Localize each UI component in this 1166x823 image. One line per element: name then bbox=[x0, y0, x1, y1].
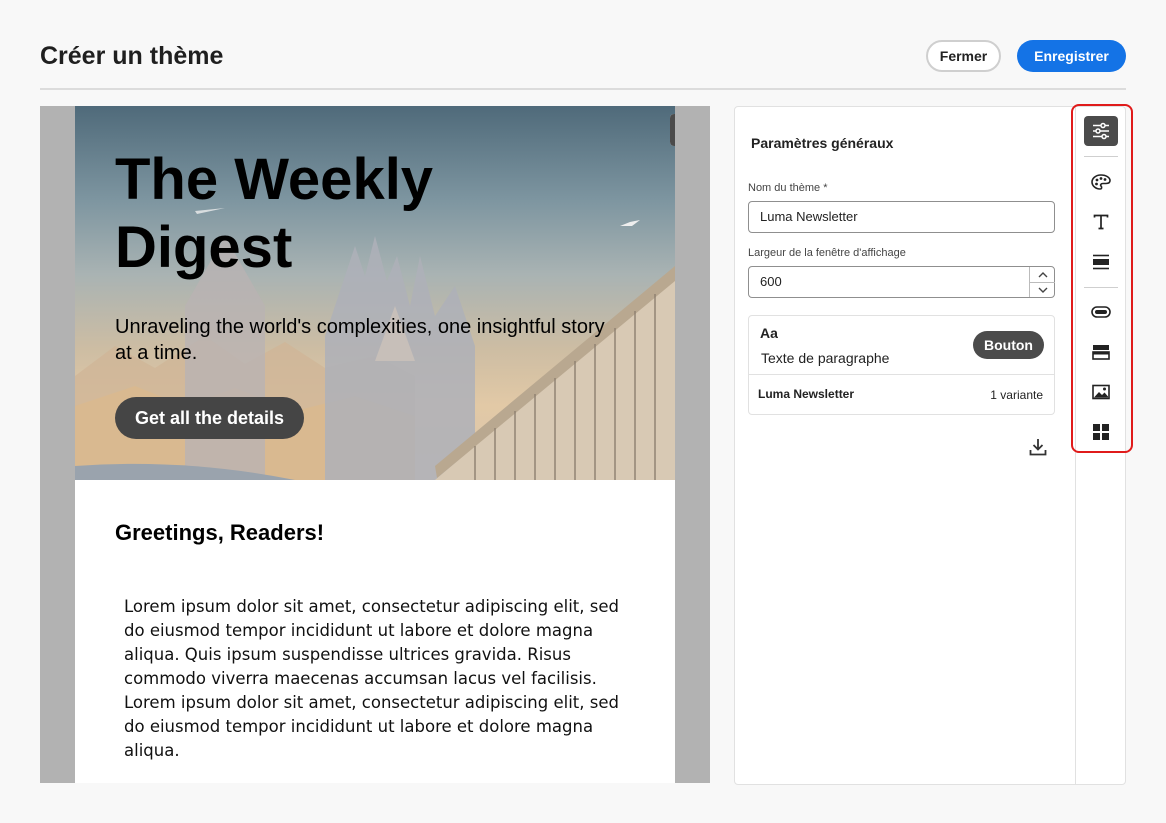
close-button[interactable]: Fermer bbox=[926, 40, 1001, 72]
email-canvas: The Weekly Digest Unraveling the world's… bbox=[75, 106, 675, 783]
theme-preview-card[interactable]: Aa Texte de paragraphe Bouton Luma Newsl… bbox=[748, 315, 1055, 415]
decrement-button[interactable] bbox=[1030, 282, 1055, 297]
panel-title: Paramètres généraux bbox=[751, 135, 894, 151]
hero-subtitle: Unraveling the world's complexities, one… bbox=[115, 316, 605, 364]
download-button[interactable] bbox=[1029, 438, 1047, 461]
theme-name-label-text: Nom du thème bbox=[748, 182, 821, 194]
rail-highlight-outline bbox=[1071, 104, 1133, 453]
download-icon bbox=[1029, 439, 1047, 456]
view-mode-toggle bbox=[670, 114, 675, 146]
email-preview: The Weekly Digest Unraveling the world's… bbox=[40, 106, 710, 783]
viewport-width-label: Largeur de la fenêtre d'affichage bbox=[748, 247, 906, 259]
increment-button[interactable] bbox=[1030, 267, 1055, 282]
header-divider bbox=[40, 88, 1126, 90]
hero-banner: The Weekly Digest Unraveling the world's… bbox=[75, 106, 675, 480]
sample-button: Bouton bbox=[973, 331, 1044, 359]
card-theme-name: Luma Newsletter bbox=[758, 387, 855, 401]
hero-cta-button[interactable]: Get all the details bbox=[115, 397, 304, 439]
general-settings-section: Paramètres généraux Nom du thème * Luma … bbox=[735, 107, 1075, 784]
sample-heading: Aa bbox=[760, 325, 778, 341]
theme-settings-panel: Paramètres généraux Nom du thème * Luma … bbox=[734, 106, 1126, 785]
theme-name-input[interactable]: Luma Newsletter bbox=[748, 201, 1055, 233]
email-greeting: Greetings, Readers! bbox=[115, 520, 325, 545]
variant-count: 1 variante bbox=[990, 388, 1043, 402]
save-button[interactable]: Enregistrer bbox=[1017, 40, 1126, 72]
viewport-width-input[interactable]: 600 bbox=[748, 266, 1055, 298]
required-marker: * bbox=[823, 182, 828, 194]
page-title: Créer un thème bbox=[40, 42, 224, 70]
chevron-up-icon bbox=[1038, 271, 1047, 277]
viewport-width-value: 600 bbox=[760, 274, 782, 289]
desktop-view-button[interactable] bbox=[670, 114, 675, 146]
viewport-width-stepper bbox=[1029, 267, 1055, 297]
sample-paragraph: Texte de paragraphe bbox=[761, 350, 890, 366]
chevron-down-icon bbox=[1038, 287, 1047, 293]
card-divider bbox=[749, 374, 1054, 375]
theme-name-label: Nom du thème * bbox=[748, 182, 828, 194]
hero-title: The Weekly Digest bbox=[115, 147, 434, 280]
email-body-text: Lorem ipsum dolor sit amet, consectetur … bbox=[124, 597, 619, 760]
